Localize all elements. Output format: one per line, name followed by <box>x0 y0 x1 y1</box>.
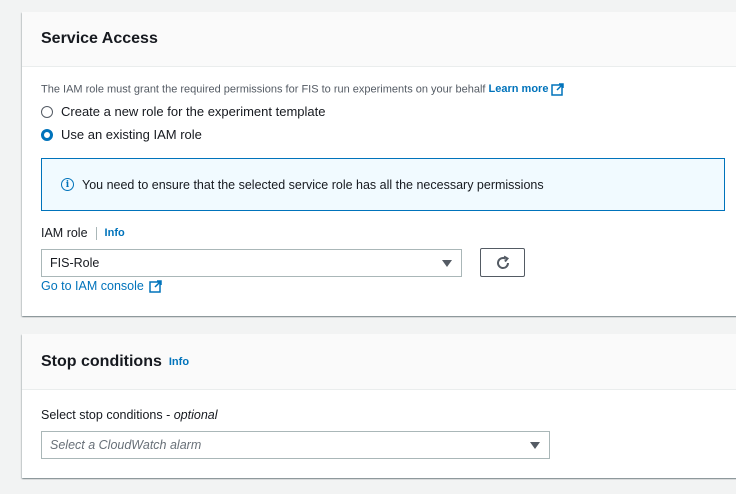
learn-more-link[interactable]: Learn more <box>488 83 565 96</box>
description-text: The IAM role must grant the required per… <box>41 83 486 96</box>
stop-conditions-info-link[interactable]: Info <box>169 356 189 368</box>
stop-conditions-panel: Stop conditions Info Select stop conditi… <box>22 334 736 478</box>
learn-more-label: Learn more <box>488 83 549 96</box>
go-to-iam-console-link[interactable]: Go to IAM console <box>41 279 162 293</box>
info-icon: i <box>61 178 74 191</box>
service-access-header: Service Access <box>22 12 736 67</box>
iam-console-link-label: Go to IAM console <box>41 279 144 293</box>
permissions-info-alert: i You need to ensure that the selected s… <box>41 158 725 211</box>
external-link-icon <box>551 83 565 96</box>
stop-conditions-header: Stop conditions Info <box>22 334 736 390</box>
iam-role-selected-value: FIS-Role <box>50 256 100 270</box>
stop-conditions-label-text: Select stop conditions - <box>41 408 174 422</box>
cloudwatch-alarm-placeholder: Select a CloudWatch alarm <box>50 438 202 452</box>
service-access-description: The IAM role must grant the required per… <box>41 83 565 96</box>
caret-down-icon <box>442 260 452 267</box>
alert-message: You need to ensure that the selected ser… <box>82 177 544 192</box>
optional-label: optional <box>173 408 218 422</box>
service-access-panel: Service Access The IAM role must grant t… <box>22 12 736 316</box>
radio-use-existing-role[interactable]: Use an existing IAM role <box>41 127 202 142</box>
radio-button-unchecked[interactable] <box>41 105 53 118</box>
cloudwatch-alarm-select[interactable]: Select a CloudWatch alarm <box>41 431 550 459</box>
radio-label-create-new-role: Create a new role for the experiment tem… <box>61 104 326 119</box>
iam-role-info-link[interactable]: Info <box>105 227 125 239</box>
service-access-body: The IAM role must grant the required per… <box>22 67 736 315</box>
iam-role-select[interactable]: FIS-Role <box>41 249 462 277</box>
iam-role-label-text: IAM role <box>41 226 88 240</box>
radio-create-new-role[interactable]: Create a new role for the experiment tem… <box>41 104 325 119</box>
service-access-title: Service Access <box>41 30 158 47</box>
radio-button-checked[interactable] <box>41 128 53 141</box>
refresh-icon <box>496 255 509 269</box>
external-link-icon <box>149 279 162 293</box>
radio-label-use-existing-role: Use an existing IAM role <box>61 127 202 142</box>
stop-conditions-title: Stop conditions <box>41 352 162 370</box>
stop-conditions-field-label: Select stop conditions - optional <box>41 408 218 422</box>
iam-role-label: IAM role Info <box>41 226 125 240</box>
label-divider <box>95 226 97 240</box>
refresh-button[interactable] <box>480 248 525 277</box>
stop-conditions-body: Select stop conditions - optional Select… <box>22 390 736 478</box>
caret-down-icon <box>530 442 540 449</box>
